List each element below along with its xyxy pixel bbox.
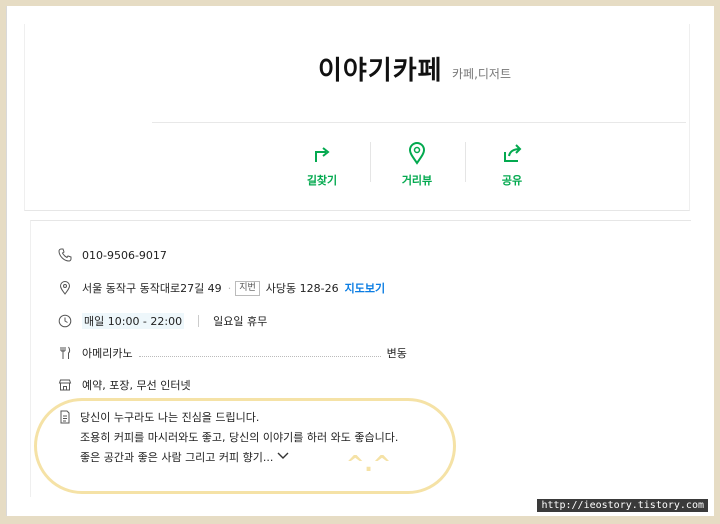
clock-icon xyxy=(58,314,72,328)
directions-icon xyxy=(309,140,335,166)
street-view-button[interactable]: 거리뷰 xyxy=(387,140,447,188)
menu-dots xyxy=(138,350,381,357)
services-text: 예약, 포장, 무선 인터넷 xyxy=(82,379,191,392)
phone-icon xyxy=(58,248,72,262)
menu-row: 아메리카노 변동 xyxy=(58,345,407,361)
street-view-pin-icon xyxy=(404,140,430,166)
map-link[interactable]: 지도보기 xyxy=(345,280,385,296)
address-row: 서울 동작구 동작대로27길 49 · 지번 사당동 128-26 지도보기 xyxy=(58,280,385,296)
menu-item-price: 변동 xyxy=(386,347,407,360)
address-text: 서울 동작구 동작대로27길 49 xyxy=(82,282,222,295)
jibun-tag: 지번 xyxy=(235,280,260,296)
street-view-label: 거리뷰 xyxy=(401,174,433,187)
share-label: 공유 xyxy=(501,174,523,187)
jibun-address: 사당동 128-26 xyxy=(265,282,339,295)
share-button[interactable]: 공유 xyxy=(482,140,542,188)
store-icon xyxy=(58,378,72,392)
location-pin-icon xyxy=(58,281,72,295)
directions-button[interactable]: 길찾기 xyxy=(292,140,352,188)
header-divider xyxy=(152,122,686,123)
hours-separator xyxy=(198,315,200,327)
hours-text: 매일 10:00 - 22:00 xyxy=(82,313,185,329)
place-category: 카페,디저트 xyxy=(452,67,512,81)
watermark: http://ieostory.tistory.com xyxy=(537,499,708,512)
fork-knife-icon xyxy=(58,346,72,360)
directions-label: 길찾기 xyxy=(306,174,338,187)
share-icon xyxy=(499,140,525,166)
smile-annotation: ^.^ xyxy=(346,452,392,477)
phone-number[interactable]: 010-9506-9017 xyxy=(82,249,167,262)
address-dot: · xyxy=(227,281,232,295)
menu-item-name: 아메리카노 xyxy=(82,347,133,360)
highlight-circle-annotation xyxy=(34,398,456,494)
phone-row: 010-9506-9017 xyxy=(58,248,167,262)
hours-row: 매일 10:00 - 22:00 일요일 휴무 xyxy=(58,313,267,329)
action-separator xyxy=(465,142,466,182)
closed-day: 일요일 휴무 xyxy=(213,315,268,328)
action-separator xyxy=(370,142,371,182)
place-title: 이야기카페 xyxy=(318,56,443,86)
services-row: 예약, 포장, 무선 인터넷 xyxy=(58,377,191,393)
